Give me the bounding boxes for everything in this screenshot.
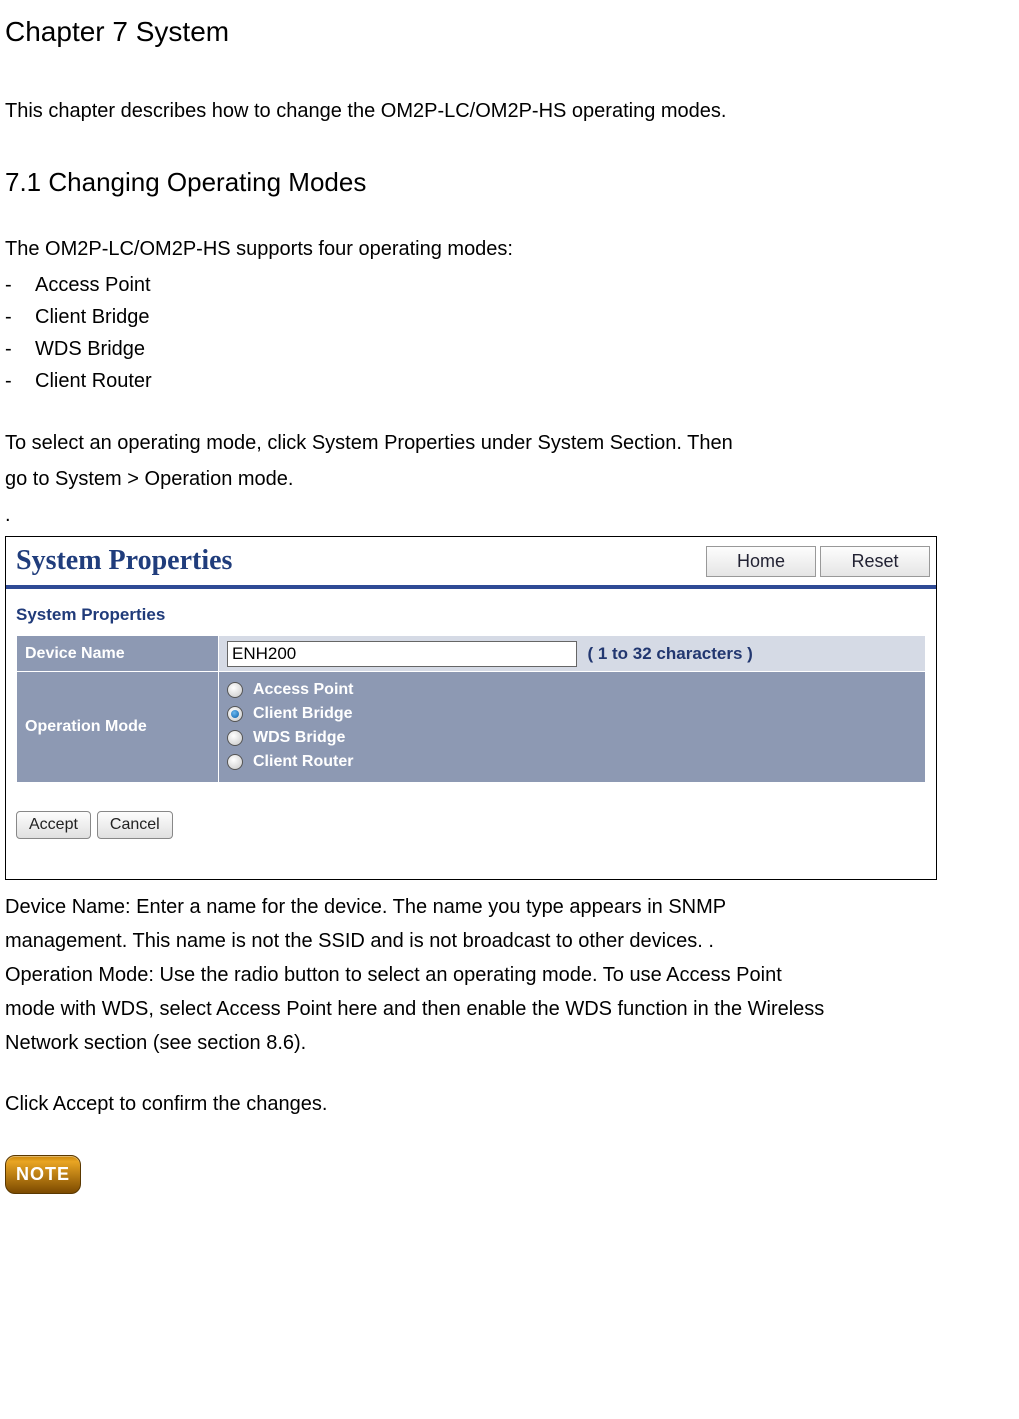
reset-button[interactable]: Reset	[820, 546, 930, 577]
radio-group: Access Point Client Bridge WDS Bridge	[227, 676, 917, 778]
radio-client-router[interactable]: Client Router	[227, 750, 917, 774]
supports-text: The OM2P-LC/OM2P-HS supports four operat…	[5, 233, 1005, 265]
radio-icon	[227, 754, 243, 770]
panel-title: System Properties	[16, 539, 706, 584]
header-buttons: Home Reset	[706, 546, 930, 577]
instruction-line-1: To select an operating mode, click Syste…	[5, 427, 1005, 459]
list-item: -Client Bridge	[5, 301, 1005, 333]
desc-line: Network section (see section 8.6).	[5, 1026, 1005, 1060]
radio-label: Access Point	[253, 677, 353, 703]
radio-label: Client Bridge	[253, 701, 353, 727]
radio-label: WDS Bridge	[253, 725, 345, 751]
device-name-cell: ( 1 to 32 characters )	[219, 635, 926, 672]
intro-text: This chapter describes how to change the…	[5, 95, 1005, 127]
chars-hint: ( 1 to 32 characters )	[587, 644, 752, 663]
list-item: -Client Router	[5, 365, 1005, 397]
mode-list: -Access Point -Client Bridge -WDS Bridge…	[5, 269, 1005, 397]
radio-wds-bridge[interactable]: WDS Bridge	[227, 726, 917, 750]
operation-mode-label: Operation Mode	[17, 672, 219, 783]
radio-icon	[227, 682, 243, 698]
radio-client-bridge[interactable]: Client Bridge	[227, 702, 917, 726]
radio-access-point[interactable]: Access Point	[227, 678, 917, 702]
mode-label: Client Router	[35, 370, 152, 392]
device-name-input[interactable]	[227, 641, 577, 667]
properties-table: Device Name ( 1 to 32 characters ) Opera…	[16, 635, 926, 784]
radio-icon	[227, 706, 243, 722]
note-badge: NOTE	[5, 1155, 81, 1194]
stray-dot: .	[5, 499, 1005, 531]
mode-label: Access Point	[35, 274, 151, 296]
radio-label: Client Router	[253, 749, 353, 775]
panel-header: System Properties Home Reset	[6, 537, 936, 585]
cancel-button[interactable]: Cancel	[97, 811, 173, 839]
button-row: Accept Cancel	[16, 811, 926, 839]
list-item: -WDS Bridge	[5, 333, 1005, 365]
home-button[interactable]: Home	[706, 546, 816, 577]
mode-label: Client Bridge	[35, 306, 150, 328]
system-properties-panel: System Properties Home Reset System Prop…	[5, 536, 937, 880]
operation-mode-cell: Access Point Client Bridge WDS Bridge	[219, 672, 926, 783]
desc-line: Device Name: Enter a name for the device…	[5, 890, 1005, 924]
list-item: -Access Point	[5, 269, 1005, 301]
desc-line: Operation Mode: Use the radio button to …	[5, 958, 1005, 992]
section-label: System Properties	[16, 601, 926, 628]
mode-label: WDS Bridge	[35, 338, 145, 360]
table-row: Operation Mode Access Point Client Bridg…	[17, 672, 926, 783]
radio-icon	[227, 730, 243, 746]
device-name-label: Device Name	[17, 635, 219, 672]
table-row: Device Name ( 1 to 32 characters )	[17, 635, 926, 672]
note-badge-container: NOTE	[5, 1155, 1005, 1194]
desc-line: mode with WDS, select Access Point here …	[5, 992, 1005, 1026]
desc-line: management. This name is not the SSID an…	[5, 924, 1005, 958]
accept-button[interactable]: Accept	[16, 811, 91, 839]
section-heading: 7.1 Changing Operating Modes	[5, 162, 1005, 204]
confirm-text: Click Accept to confirm the changes.	[5, 1088, 1005, 1120]
description-block: Device Name: Enter a name for the device…	[5, 890, 1005, 1060]
chapter-title: Chapter 7 System	[5, 10, 1005, 55]
panel-body: System Properties Device Name ( 1 to 32 …	[6, 589, 936, 849]
instruction-line-2: go to System > Operation mode.	[5, 463, 1005, 495]
